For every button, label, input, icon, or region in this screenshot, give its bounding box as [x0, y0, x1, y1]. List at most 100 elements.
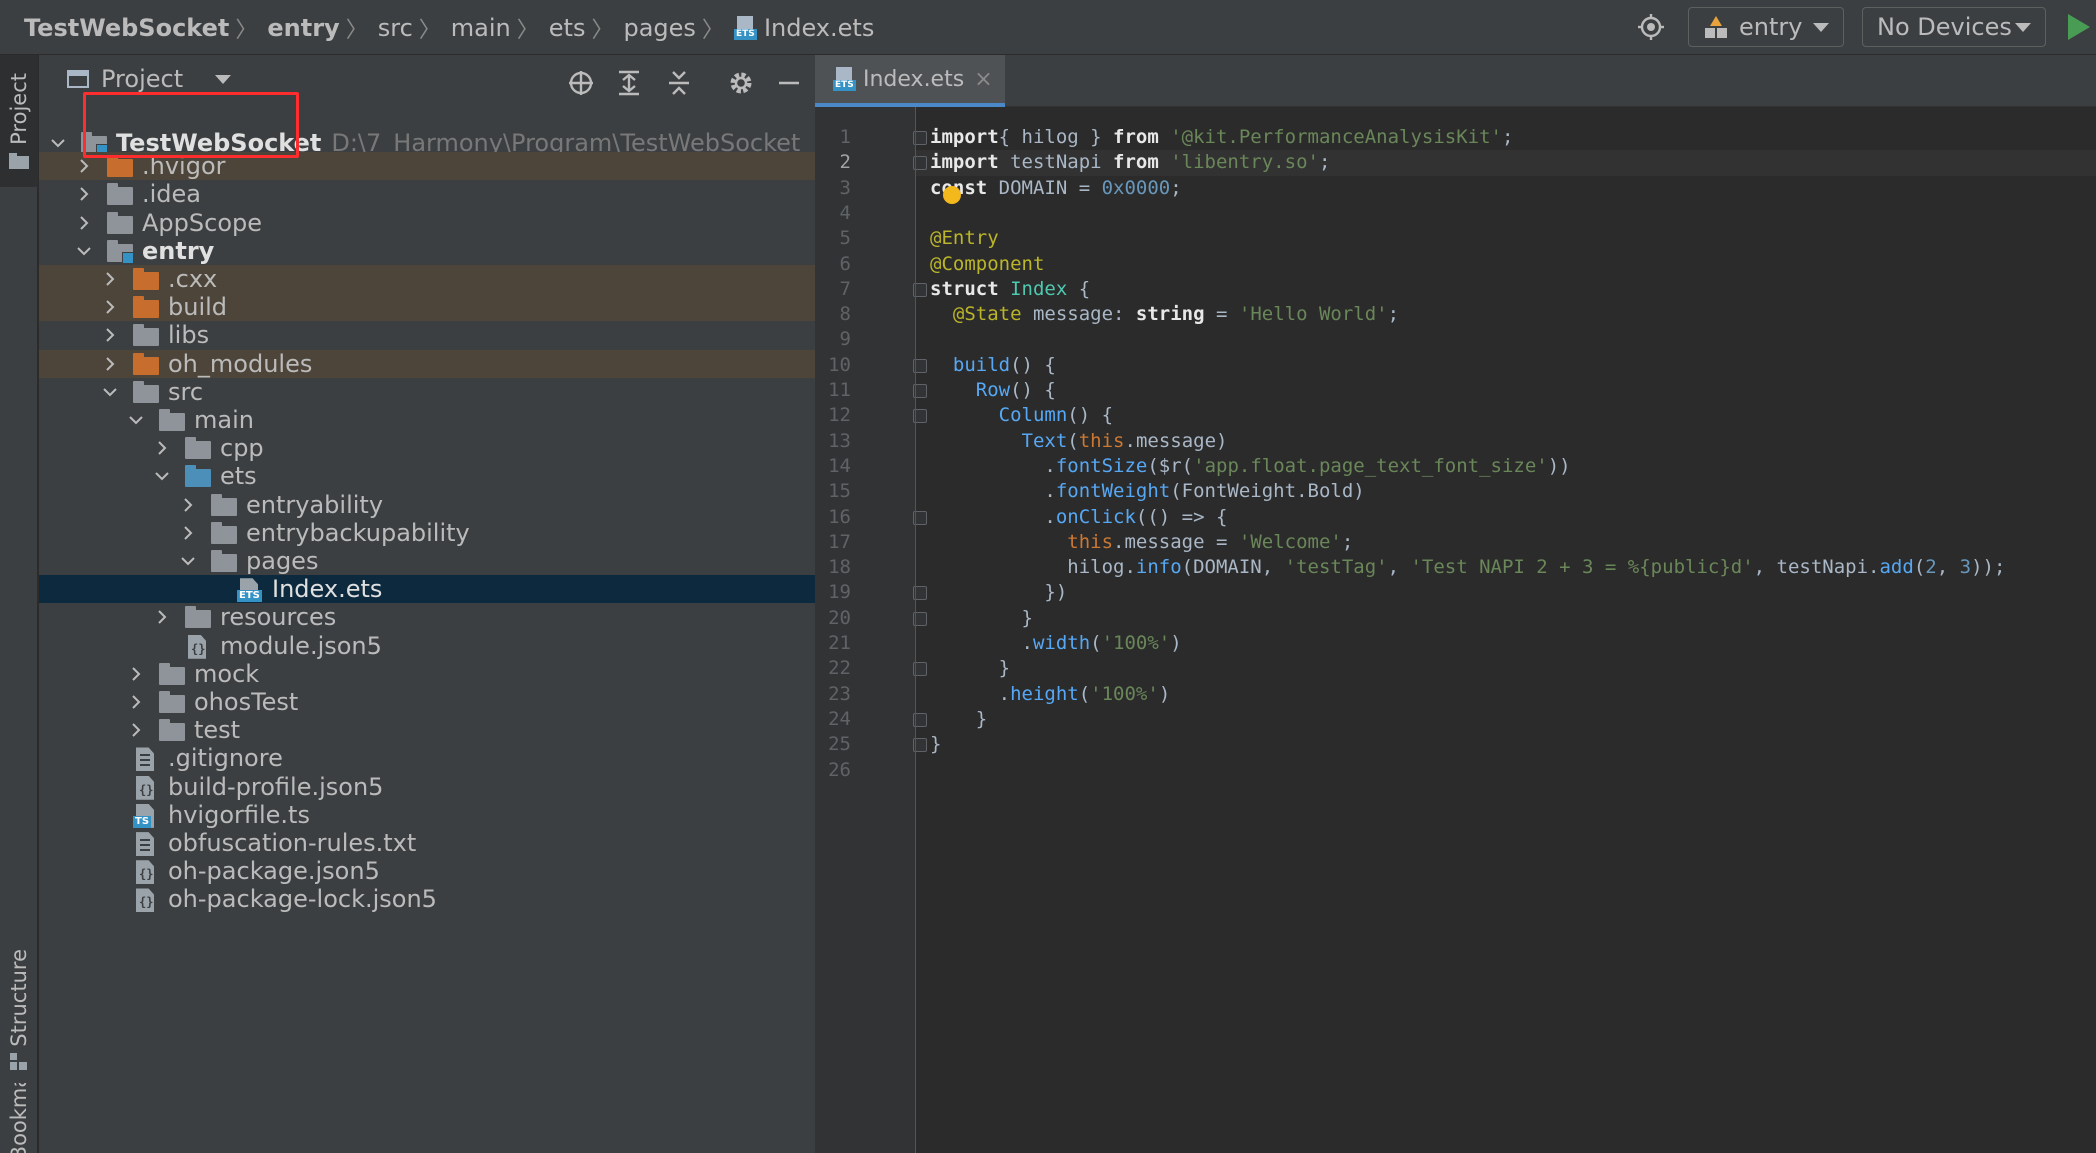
breadcrumb-item[interactable]: TestWebSocket — [24, 14, 229, 42]
tree-row[interactable]: {} build-profile.json5 — [39, 773, 815, 801]
code-token: } — [930, 707, 988, 730]
tree-row[interactable]: .cxx — [39, 265, 815, 294]
project-view-select[interactable]: Project — [67, 65, 232, 93]
hide-panel-icon[interactable] — [775, 69, 803, 97]
chevron-right-icon[interactable] — [179, 524, 197, 542]
tree-row[interactable]: build — [39, 293, 815, 322]
code-line[interactable]: .fontWeight(FontWeight.Bold) — [930, 479, 1364, 504]
tree-row[interactable]: resources — [39, 603, 815, 631]
close-icon[interactable]: × — [974, 67, 992, 92]
chevron-right-icon[interactable] — [101, 355, 119, 373]
chevron-down-icon[interactable] — [179, 552, 197, 570]
bookmarks-tool-label: Bookmarks — [7, 1083, 31, 1153]
run-icon[interactable] — [2068, 14, 2090, 40]
lightbulb-icon[interactable] — [943, 186, 961, 204]
code-line[interactable]: .width('100%') — [930, 631, 1182, 656]
chevron-down-icon[interactable] — [101, 383, 119, 401]
code-line[interactable]: struct Index { — [930, 277, 1090, 302]
tree-row[interactable]: cpp — [39, 434, 815, 462]
tree-row[interactable]: test — [39, 716, 815, 744]
breadcrumb-item[interactable]: main — [451, 14, 511, 42]
code-token: ( — [1078, 682, 1091, 705]
structure-tool-tab[interactable]: Structure — [0, 915, 38, 1105]
breadcrumb-item[interactable]: src — [378, 14, 413, 42]
breadcrumb-item[interactable]: pages — [623, 14, 695, 42]
tree-row[interactable]: entrybackupability — [39, 519, 815, 547]
chevron-right-icon[interactable] — [153, 608, 171, 626]
tree-row[interactable]: ETS Index.ets — [39, 575, 815, 604]
code-token: } — [930, 606, 1033, 629]
locate-icon[interactable] — [1636, 12, 1666, 42]
chevron-down-icon[interactable] — [75, 242, 93, 260]
code-line[interactable]: Column() { — [930, 403, 1113, 428]
tree-row[interactable]: {} oh-package-lock.json5 — [39, 885, 815, 913]
breadcrumb-file[interactable]: ETS Index.ets — [733, 14, 874, 42]
code-line[interactable]: this.message = 'Welcome'; — [930, 530, 1353, 555]
tree-row[interactable]: TS hvigorfile.ts — [39, 801, 815, 829]
breadcrumb-item[interactable]: entry — [267, 14, 339, 42]
chevron-down-icon[interactable] — [153, 467, 171, 485]
chevron-right-icon[interactable] — [75, 185, 93, 203]
code-line[interactable]: .height('100%') — [930, 682, 1171, 707]
tree-row[interactable]: entry — [39, 237, 815, 265]
code-line[interactable]: .onClick(() => { — [930, 505, 1227, 530]
code-line[interactable]: .fontSize($r('app.float.page_text_font_s… — [930, 454, 1570, 479]
code-line[interactable]: } — [930, 732, 941, 757]
chevron-right-icon[interactable] — [101, 270, 119, 288]
chevron-right-icon[interactable] — [127, 693, 145, 711]
code-line[interactable]: hilog.info(DOMAIN, 'testTag', 'Test NAPI… — [930, 555, 2005, 580]
tree-row[interactable]: mock — [39, 660, 815, 688]
tree-row[interactable]: AppScope — [39, 209, 815, 237]
chevron-right-icon[interactable] — [101, 326, 119, 344]
code-line[interactable]: } — [930, 707, 987, 732]
breadcrumb-item[interactable]: ets — [549, 14, 586, 42]
breadcrumb-separator-icon: 〉 — [345, 17, 368, 43]
tree-row[interactable]: src — [39, 378, 815, 406]
project-tool-tab[interactable]: Project — [0, 55, 38, 187]
code-line[interactable]: import{ hilog } from '@kit.PerformanceAn… — [930, 125, 1513, 150]
chevron-right-icon[interactable] — [75, 157, 93, 175]
chevron-right-icon[interactable] — [101, 298, 119, 316]
device-select[interactable]: No Devices — [1862, 7, 2046, 47]
expand-all-icon[interactable] — [615, 69, 643, 97]
gear-icon[interactable] — [727, 69, 755, 97]
bookmarks-tool-tab[interactable]: Bookmarks — [0, 1083, 38, 1153]
tree-row[interactable]: obfuscation-rules.txt — [39, 829, 815, 857]
line-number: 15 — [828, 480, 851, 503]
tree-row[interactable]: {} oh-package.json5 — [39, 857, 815, 885]
chevron-right-icon[interactable] — [179, 496, 197, 514]
chevron-right-icon[interactable] — [153, 439, 171, 457]
tree-row[interactable]: ohosTest — [39, 688, 815, 716]
code-token: . — [930, 632, 1033, 654]
code-line[interactable]: @Entry — [930, 226, 999, 251]
code-line[interactable]: } — [930, 656, 1010, 681]
chevron-down-icon[interactable] — [127, 411, 145, 429]
code-line[interactable]: import testNapi from 'libentry.so'; — [930, 150, 1330, 175]
code-token: ( — [1913, 556, 1926, 579]
code-line[interactable]: @State message: string = 'Hello World'; — [930, 302, 1399, 327]
tree-row[interactable]: {} module.json5 — [39, 632, 815, 660]
tree-row[interactable]: .idea — [39, 180, 815, 208]
code-line[interactable]: Text(this.message) — [930, 429, 1228, 454]
chevron-right-icon[interactable] — [75, 214, 93, 232]
tree-row[interactable]: .gitignore — [39, 744, 815, 772]
collapse-all-icon[interactable] — [665, 69, 693, 97]
code-line[interactable]: Row() { — [930, 378, 1056, 403]
code-line[interactable]: const DOMAIN = 0x0000; — [930, 176, 1182, 201]
code-line[interactable]: }) — [930, 580, 1067, 605]
tab-index-ets[interactable]: ETS Index.ets × — [815, 55, 1005, 107]
tree-row[interactable]: oh_modules — [39, 349, 815, 378]
chevron-right-icon[interactable] — [127, 665, 145, 683]
tree-row[interactable]: entryability — [39, 491, 815, 519]
tree-row[interactable]: main — [39, 406, 815, 434]
tree-row[interactable]: ets — [39, 462, 815, 490]
tree-row[interactable]: libs — [39, 321, 815, 349]
chevron-right-icon[interactable] — [127, 721, 145, 739]
code-line[interactable]: } — [930, 606, 1033, 631]
run-configuration-select[interactable]: entry — [1688, 7, 1844, 47]
code-line[interactable]: @Component — [930, 252, 1044, 277]
select-opened-file-icon[interactable] — [567, 69, 595, 97]
tree-row[interactable]: pages — [39, 547, 815, 575]
chevron-down-icon[interactable] — [49, 134, 67, 152]
code-line[interactable]: build() { — [930, 353, 1056, 378]
